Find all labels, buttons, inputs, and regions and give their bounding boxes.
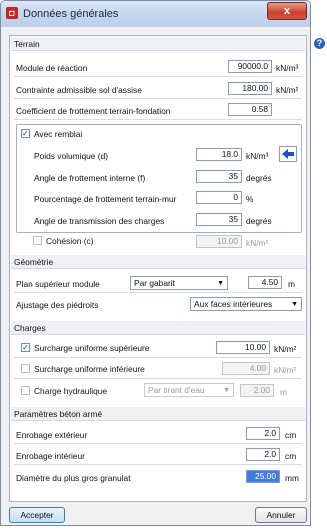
geometrie-title: Géométrie [14,257,54,267]
surcharge-inf-unit: kN/m² [274,365,297,375]
divider [14,119,302,120]
plan-unit: m [288,279,295,289]
ajustage-label: Ajustage des piédroits [16,300,99,310]
contrainte-unit: kN/m² [276,85,299,95]
plan-select-value: Par gabarit [134,278,175,288]
section-header-terrain [11,37,305,51]
charge-hydraulique-select[interactable]: Par tirant d'eau ▼ [144,383,234,397]
pourcentage-label: Pourcentage de frottement terrain-mur [34,194,177,204]
form-panel: Terrain Module de réaction 90000.0 kN/m³… [9,35,307,502]
divider [14,292,302,293]
frottement-label: Coefficient de frottement terrain-fondat… [16,106,171,116]
enrobage-ext-unit: cm [285,430,297,440]
section-header-charges [11,321,305,335]
angle-transmission-input[interactable]: 35 [196,213,242,226]
diametre-input[interactable]: 25.00 [246,470,280,483]
dialog-window: ◘ Données générales x Terrain Module de … [0,0,311,526]
angle-frottement-label: Angle de frottement interne (f) [34,173,146,183]
cohesion-unit: kN/m² [246,238,269,248]
charge-hydraulique-unit: m [280,387,287,397]
remblai-label: Avec remblai [34,129,83,139]
surcharge-sup-label: Surcharge uniforme supérieure [34,343,150,353]
chevron-down-icon: ▼ [291,301,298,308]
plan-select[interactable]: Par gabarit ▼ [130,276,228,290]
angle-frottement-input[interactable]: 35 [196,170,242,183]
poids-unit: kN/m³ [246,151,269,161]
surcharge-sup-unit: kN/m² [274,344,297,354]
pourcentage-input[interactable]: 0 [196,191,242,204]
chevron-down-icon: ▼ [217,280,224,287]
enrobage-ext-input[interactable]: 2.0 [246,427,280,440]
remblai-checkbox[interactable]: ✓ [21,129,30,138]
diametre-unit: mm [285,473,299,483]
surcharge-sup-input[interactable]: 10.00 [216,341,270,354]
divider [14,76,302,77]
diametre-label: Diamètre du plus gros granulat [16,473,131,483]
angle-transmission-unit: degrés [246,216,272,226]
module-unit: kN/m³ [276,63,299,73]
poids-label: Poids volumique (d) [34,151,109,161]
help-icon[interactable]: ? [314,38,325,49]
divider [14,443,302,444]
poids-input[interactable]: 18.0 [196,148,242,161]
pourcentage-unit: % [246,194,254,204]
surcharge-inf-checkbox[interactable] [21,364,30,373]
section-header-geometrie [11,255,305,269]
contrainte-input[interactable]: 180.00 [228,82,272,95]
window-title: Données générales [23,8,119,20]
surcharge-sup-checkbox[interactable]: ✓ [21,343,30,352]
enrobage-int-input[interactable]: 2.0 [246,448,280,461]
title-bar[interactable]: ◘ Données générales x [1,1,310,27]
ajustage-select-value: Aux faces intérieures [194,299,273,309]
module-label: Module de réaction [16,63,88,73]
enrobage-int-label: Enrobage intérieur [16,451,85,461]
cohesion-checkbox[interactable] [33,236,42,245]
divider [14,464,302,465]
divider [14,357,302,358]
ajustage-select[interactable]: Aux faces intérieures ▼ [190,297,302,311]
charge-hydraulique-select-value: Par tirant d'eau [148,385,205,395]
chevron-down-icon: ▼ [223,387,230,394]
accept-button[interactable]: Accepter [9,507,65,523]
charge-hydraulique-checkbox[interactable] [21,386,30,395]
charge-hydraulique-input[interactable]: 2.00 [240,384,274,397]
contrainte-label: Contrainte admissible sol d'assise [16,85,142,95]
cohesion-input[interactable]: 10.00 [196,235,242,248]
charge-hydraulique-label: Charge hydraulique [34,386,108,396]
arrow-left-icon [282,149,294,159]
terrain-title: Terrain [14,39,40,49]
enrobage-ext-label: Enrobage extérieur [16,430,88,440]
enrobage-int-unit: cm [285,451,297,461]
poids-arrow-button[interactable] [279,146,297,162]
surcharge-inf-input[interactable]: 4.00 [222,362,270,375]
beton-title: Paramètres béton armé [14,409,102,419]
cohesion-label: Cohésion (c) [46,236,94,246]
angle-transmission-label: Angle de transmission des charges [34,216,165,226]
cancel-button[interactable]: Annuler [255,507,307,523]
plan-input[interactable]: 4.50 [248,276,282,289]
module-input[interactable]: 90000.0 [228,60,272,73]
divider [14,98,302,99]
surcharge-inf-label: Surcharge uniforme inférieure [34,364,145,374]
close-button[interactable]: x [267,2,307,20]
plan-label: Plan supérieur module [16,279,100,289]
divider [14,378,302,379]
app-icon: ◘ [6,7,18,19]
angle-frottement-unit: degrés [246,173,272,183]
frottement-input[interactable]: 0.58 [228,103,272,116]
charges-title: Charges [14,323,46,333]
